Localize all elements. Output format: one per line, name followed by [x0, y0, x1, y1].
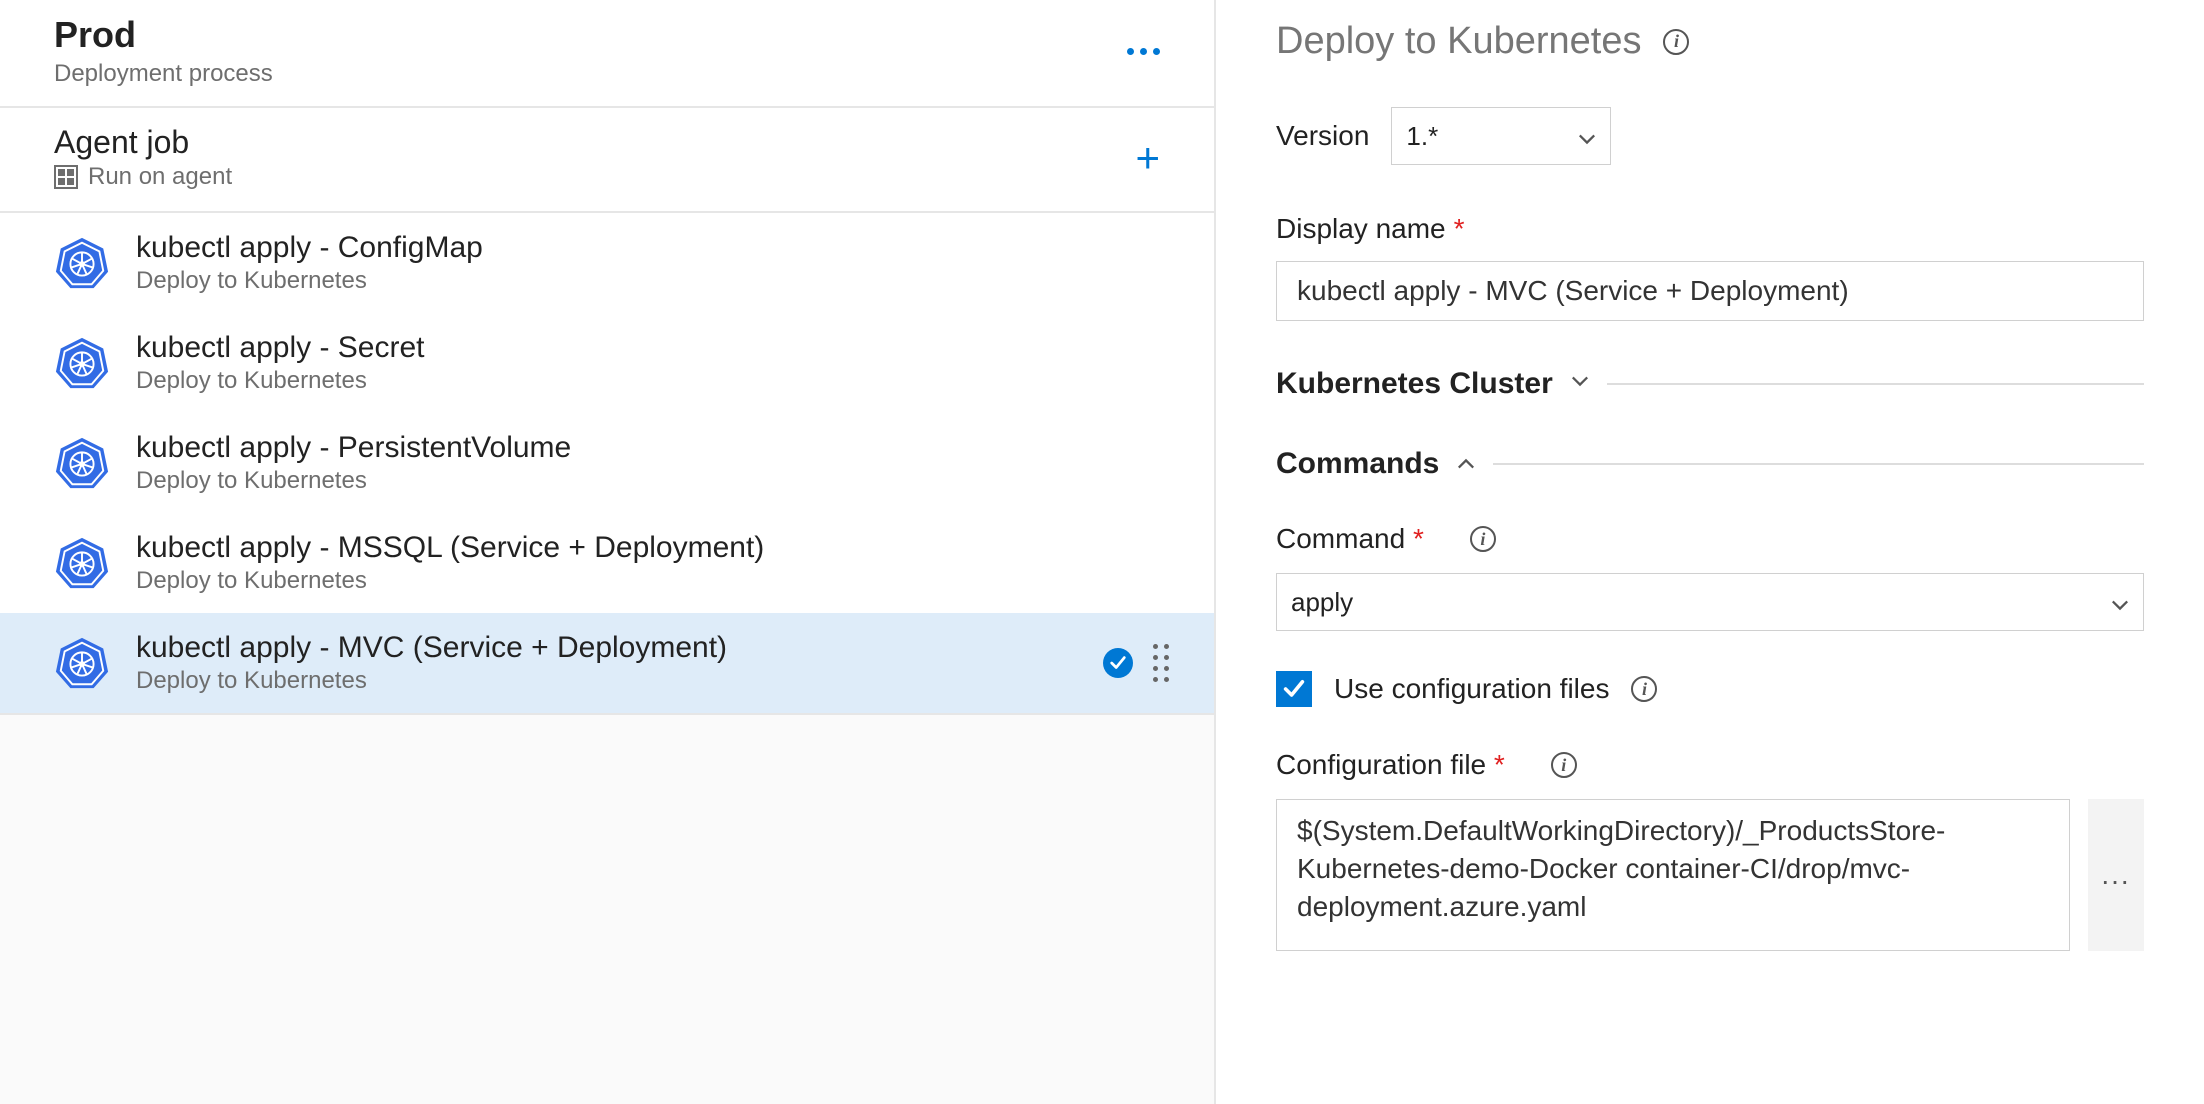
add-task-button[interactable]: + [1135, 137, 1160, 179]
chevron-down-icon [2111, 590, 2129, 608]
task-editor: Deploy to Kubernetes i Version 1.* Displ… [1216, 0, 2204, 1104]
info-icon[interactable]: i [1551, 752, 1577, 778]
task-subtitle: Deploy to Kubernetes [136, 367, 1170, 395]
check-icon [1103, 648, 1133, 678]
command-select[interactable]: apply [1276, 573, 2144, 631]
task-subtitle: Deploy to Kubernetes [136, 267, 1170, 295]
section-commands[interactable]: Commands [1276, 447, 2144, 481]
task-row[interactable]: kubectl apply - ConfigMapDeploy to Kuber… [0, 213, 1214, 313]
version-label: Version [1276, 120, 1369, 152]
task-subtitle: Deploy to Kubernetes [136, 467, 1170, 495]
stage-subtitle: Deployment process [54, 60, 273, 88]
info-icon[interactable]: i [1631, 676, 1657, 702]
task-subtitle: Deploy to Kubernetes [136, 567, 1170, 595]
required-marker: * [1494, 749, 1505, 780]
chevron-down-icon [1578, 124, 1596, 142]
use-config-files-label: Use configuration files [1334, 673, 1609, 705]
task-subtitle: Deploy to Kubernetes [136, 667, 1077, 695]
task-row[interactable]: kubectl apply - MVC (Service + Deploymen… [0, 613, 1214, 713]
command-label: Command [1276, 523, 1405, 554]
display-name-label: Display name [1276, 213, 1446, 245]
left-panel: Prod Deployment process Agent job Run on… [0, 0, 1216, 1104]
chevron-down-icon [1571, 372, 1589, 390]
kubernetes-icon [54, 535, 110, 591]
kubernetes-icon [54, 435, 110, 491]
config-file-label: Configuration file [1276, 749, 1486, 780]
kubernetes-icon [54, 235, 110, 291]
stage-title: Prod [54, 14, 273, 56]
config-file-input[interactable]: $(System.DefaultWorkingDirectory)/_Produ… [1276, 799, 2070, 951]
info-icon[interactable]: i [1470, 526, 1496, 552]
stage-header[interactable]: Prod Deployment process [0, 0, 1214, 108]
command-value: apply [1291, 587, 1353, 618]
task-title: kubectl apply - Secret [136, 331, 1170, 365]
editor-title: Deploy to Kubernetes [1276, 20, 1641, 63]
section-kubernetes-cluster[interactable]: Kubernetes Cluster [1276, 367, 2144, 401]
kubernetes-icon [54, 335, 110, 391]
task-title: kubectl apply - ConfigMap [136, 231, 1170, 265]
use-config-files-checkbox[interactable] [1276, 671, 1312, 707]
version-value: 1.* [1406, 121, 1438, 152]
job-title: Agent job [54, 124, 232, 161]
display-name-input[interactable] [1276, 261, 2144, 321]
chevron-up-icon [1457, 455, 1475, 473]
task-row[interactable]: kubectl apply - MSSQL (Service + Deploym… [0, 513, 1214, 613]
kubernetes-icon [54, 635, 110, 691]
browse-button[interactable]: ... [2088, 799, 2144, 951]
task-title: kubectl apply - MSSQL (Service + Deploym… [136, 531, 1170, 565]
agent-job-header[interactable]: Agent job Run on agent + [0, 108, 1214, 213]
agent-icon [54, 165, 78, 189]
more-icon[interactable] [1127, 48, 1160, 55]
task-title: kubectl apply - MVC (Service + Deploymen… [136, 631, 1077, 665]
task-list: kubectl apply - ConfigMapDeploy to Kuber… [0, 213, 1214, 715]
task-title: kubectl apply - PersistentVolume [136, 431, 1170, 465]
task-row[interactable]: kubectl apply - PersistentVolumeDeploy t… [0, 413, 1214, 513]
version-select[interactable]: 1.* [1391, 107, 1611, 165]
required-marker: * [1413, 523, 1424, 554]
drag-handle-icon[interactable] [1153, 644, 1170, 683]
task-row[interactable]: kubectl apply - SecretDeploy to Kubernet… [0, 313, 1214, 413]
info-icon[interactable]: i [1663, 29, 1689, 55]
required-marker: * [1454, 213, 1465, 245]
job-subtitle: Run on agent [88, 163, 232, 191]
